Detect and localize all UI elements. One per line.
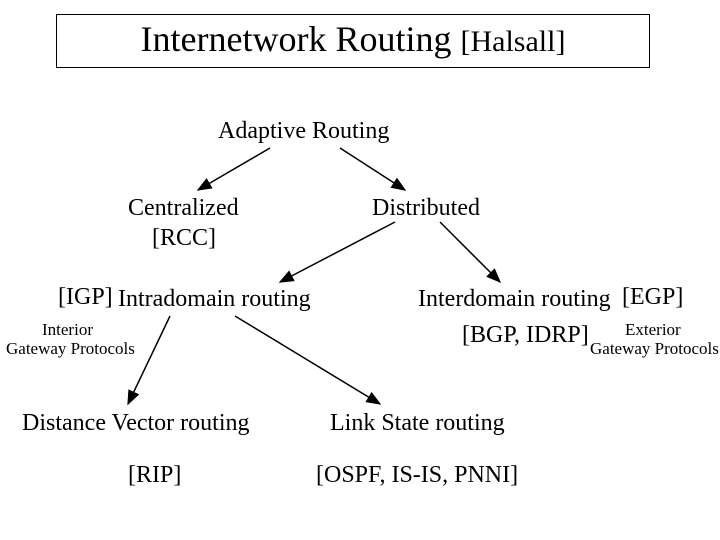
label-igp-full-line1: Interior bbox=[42, 320, 93, 339]
node-adaptive-routing: Adaptive Routing bbox=[218, 118, 389, 145]
node-link-state: Link State routing bbox=[330, 410, 505, 437]
label-igp-full-line2: Gateway Protocols bbox=[6, 339, 135, 358]
node-intradomain: Intradomain routing bbox=[118, 286, 311, 313]
node-distance-vector: Distance Vector routing bbox=[22, 410, 250, 437]
connectors bbox=[0, 0, 720, 540]
node-ospf-isis-pnni: [OSPF, IS-IS, PNNI] bbox=[316, 462, 518, 489]
tag-igp: [IGP] bbox=[58, 284, 113, 311]
node-rip: [RIP] bbox=[128, 462, 181, 489]
title-main: Internetwork Routing bbox=[141, 19, 461, 59]
node-interdomain: Interdomain routing bbox=[418, 286, 611, 313]
label-egp-full-line1: Exterior bbox=[625, 320, 681, 339]
tag-egp: [EGP] bbox=[622, 284, 683, 311]
node-distributed: Distributed bbox=[372, 195, 480, 222]
title-ref: [Halsall] bbox=[460, 25, 565, 58]
node-bgp-idrp: [BGP, IDRP] bbox=[462, 322, 589, 349]
node-centralized-line2: [RCC] bbox=[152, 225, 216, 252]
title-box: Internetwork Routing [Halsall] bbox=[56, 14, 650, 68]
node-centralized-line1: Centralized bbox=[128, 195, 239, 222]
label-egp-full-line2: Gateway Protocols bbox=[590, 339, 719, 358]
